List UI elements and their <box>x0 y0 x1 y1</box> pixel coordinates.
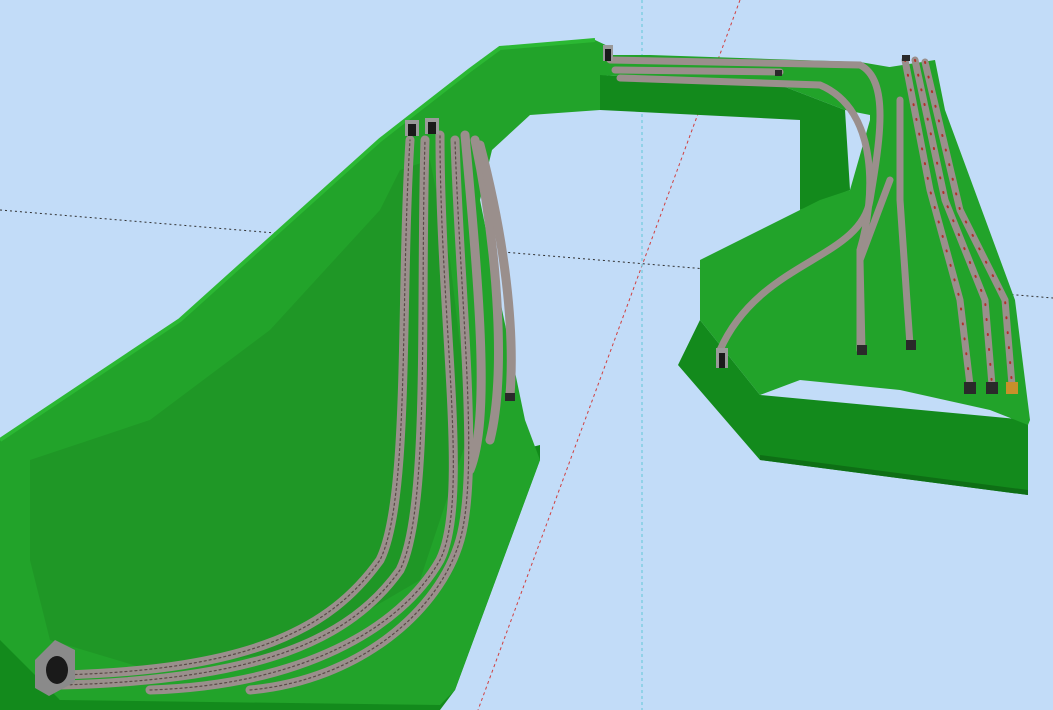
buffer-stop-icon <box>902 55 910 61</box>
buffer-stop-icon <box>964 382 976 394</box>
buffer-stop-icon <box>986 382 998 394</box>
tunnel-portal-icon <box>603 45 613 61</box>
buffer-stop-icon <box>857 345 867 355</box>
track-upper-2 <box>611 66 784 76</box>
tunnel-portal-icon <box>405 120 419 136</box>
buffer-stop-icon <box>1006 382 1018 394</box>
buffer-stop-icon <box>775 70 782 76</box>
buffer-stop-icon <box>505 393 515 401</box>
buffer-stop-icon <box>906 340 916 350</box>
3d-viewport[interactable] <box>0 0 1053 710</box>
tunnel-portal-icon <box>425 118 439 134</box>
tunnel-portal-icon <box>716 348 728 368</box>
